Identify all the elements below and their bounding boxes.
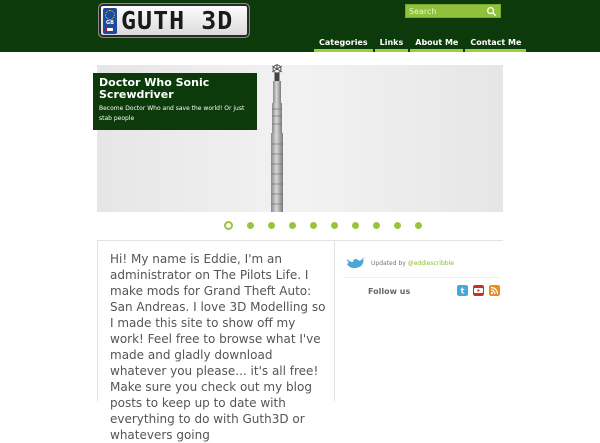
slider-dot[interactable] [310,222,317,229]
slider-dot[interactable] [224,221,233,230]
twitter-handle-link[interactable]: @eddiescribble [408,260,454,267]
slider-dot[interactable] [247,222,254,229]
youtube-icon[interactable] [473,285,484,296]
content-area: Hi! My name is Eddie, I'm an administrat… [97,240,505,442]
sonic-screwdriver-image [271,64,283,212]
nav-categories[interactable]: Categories [314,37,373,52]
site-logo[interactable]: GB GUTH 3D [98,3,250,38]
rss-icon[interactable] [489,285,500,296]
slider-dot[interactable] [331,222,338,229]
nav-contact-me[interactable]: Contact Me [465,37,527,52]
intro-text: Hi! My name is Eddie, I'm an administrat… [110,252,326,442]
main-column: Hi! My name is Eddie, I'm an administrat… [97,241,335,442]
slider-dot[interactable] [268,222,275,229]
search-icon[interactable] [486,6,497,17]
slider-dot[interactable] [352,222,359,229]
nav-about-me[interactable]: About Me [410,37,464,52]
badge-code: GB [106,20,114,26]
svg-text:t: t [461,287,465,296]
nav-links[interactable]: Links [374,37,409,52]
search-box [405,4,501,18]
slider-pagination [217,221,429,230]
slider-dot[interactable] [415,222,422,229]
gb-badge-icon: GB [103,8,117,34]
slider-dot[interactable] [373,222,380,229]
slide-title[interactable]: Doctor Who Sonic Screwdriver [99,77,251,101]
site-header: GB GUTH 3D Categories Links About Me Con… [0,0,600,52]
twitter-icon[interactable]: t [457,285,468,296]
logo-text: GUTH 3D [121,6,234,35]
slider-dot[interactable] [289,222,296,229]
slide-subtitle: Become Doctor Who and save the world! Or… [99,105,245,122]
search-input[interactable] [409,6,485,17]
twitter-updated: Updated by @eddiescribble [371,260,454,267]
divider [345,277,500,278]
slider-dot[interactable] [394,222,401,229]
twitter-bird-icon [347,257,365,269]
slide-caption[interactable]: Doctor Who Sonic Screwdriver Become Doct… [93,73,257,130]
updated-prefix: Updated by [371,260,406,267]
twitter-widget: Updated by @eddiescribble [345,255,500,273]
follow-us-label: Follow us [368,287,411,296]
social-links: t [457,285,505,296]
uk-flag-icon [106,27,114,32]
main-nav: Categories Links About Me Contact Me [314,37,528,52]
eu-stars-icon [105,10,115,20]
